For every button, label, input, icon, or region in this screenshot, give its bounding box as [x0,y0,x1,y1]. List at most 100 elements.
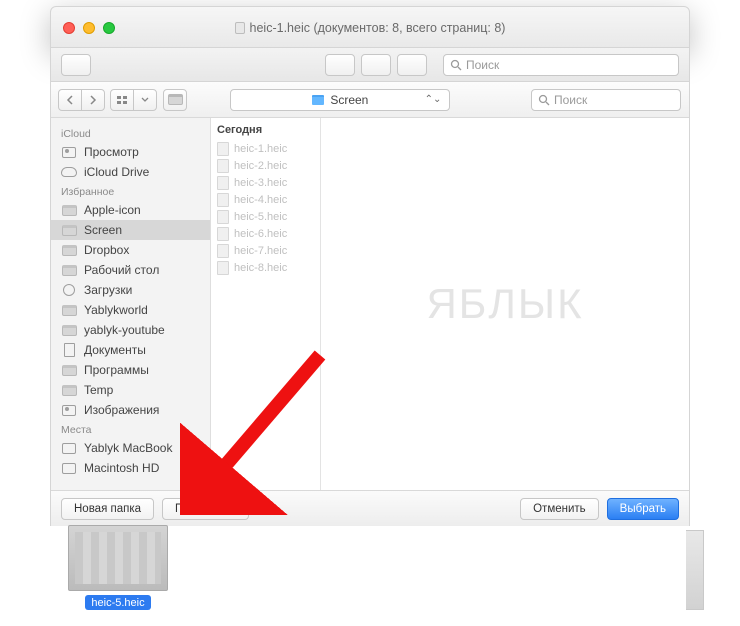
sidebar-item-label: Просмотр [84,145,139,159]
folder-icon [312,95,324,105]
file-name: heic-4.heic [234,194,287,206]
sidebar-item-label: Yablykworld [84,303,148,317]
toolbar-rotate-button[interactable] [361,54,391,76]
background-thumbnail[interactable]: heic-5.heic [68,525,168,610]
sidebar-item-apple-icon[interactable]: Apple-icon [51,200,210,220]
documents-icon [64,343,75,357]
folder-icon [62,385,77,396]
heic-file-icon [217,227,229,241]
thumbnail-image [68,525,168,591]
downloads-icon [63,284,75,296]
sidebar-item-label: Dropbox [84,243,129,257]
folder-icon [62,225,77,236]
sidebar-item-dropbox[interactable]: Dropbox [51,240,210,260]
sidebar-item-downloads[interactable]: Загрузки [51,280,210,300]
sidebar-item-desktop[interactable]: Рабочий стол [51,260,210,280]
close-icon[interactable] [63,22,75,34]
file-list-column: Сегодня heic-1.heic heic-2.heic heic-3.h… [211,118,321,490]
computer-icon [62,443,76,454]
heic-file-icon [217,261,229,275]
picker-search-placeholder: Поиск [554,93,587,107]
chevron-updown-icon: ⌃⌄ [425,94,442,105]
toolbar-share-button[interactable] [397,54,427,76]
group-button[interactable] [163,89,187,111]
document-proxy-icon [235,22,245,34]
sidebar-item-label: Документы [84,343,146,357]
sidebar-item-label: Загрузки [84,283,132,297]
sidebar-item-label: iCloud Drive [84,165,149,179]
nav-forward-button[interactable] [81,89,105,111]
sidebar-item-label: Yablyk MacBook [84,441,172,455]
search-placeholder: Поиск [466,58,499,72]
file-name: heic-7.heic [234,245,287,257]
sidebar-section-favorites: Избранное [51,182,210,200]
view-icons-button[interactable] [110,89,134,111]
window-search[interactable]: Поиск [443,54,679,76]
view-switcher[interactable] [111,89,157,111]
sidebar-item-preview[interactable]: Просмотр [51,142,210,162]
location-label: Screen [330,93,368,107]
location-popup[interactable]: Screen ⌃⌄ [230,89,450,111]
minimize-icon[interactable] [83,22,95,34]
sidebar-item-documents[interactable]: Документы [51,340,210,360]
disk-icon [62,463,76,474]
cloud-icon [61,167,77,177]
sidebar-item-screen[interactable]: Screen [51,220,210,240]
list-item[interactable]: heic-2.heic [217,157,314,174]
sidebar-item-pictures[interactable]: Изображения [51,400,210,420]
sidebar-item-temp[interactable]: Temp [51,380,210,400]
search-icon [538,94,550,106]
sidebar-item-label: yablyk-youtube [84,323,165,337]
choose-button[interactable]: Выбрать [607,498,679,520]
preview-app-icon [62,147,76,158]
picker-search[interactable]: Поиск [531,89,681,111]
heic-file-icon [217,210,229,224]
list-item[interactable]: heic-7.heic [217,242,314,259]
traffic-lights [63,22,115,34]
sidebar-item-icloud-drive[interactable]: iCloud Drive [51,162,210,182]
toolbar-markup-button[interactable] [325,54,355,76]
zoom-icon[interactable] [103,22,115,34]
list-item[interactable]: heic-6.heic [217,225,314,242]
toolbar-sidebar-button[interactable] [61,54,91,76]
folder-icon [62,305,77,316]
pictures-icon [62,405,76,416]
picker-bottom-bar: Новая папка Параметры Отменить Выбрать [51,490,689,526]
sidebar-item-label: Macintosh HD [84,461,159,475]
file-name: heic-6.heic [234,228,287,240]
search-icon [450,59,462,71]
list-item[interactable]: heic-5.heic [217,208,314,225]
list-item[interactable]: heic-1.heic [217,140,314,157]
sidebar-item-yablykworld[interactable]: Yablykworld [51,300,210,320]
window-title-text: heic-1.heic (документов: 8, всего страни… [250,21,506,35]
heic-file-icon [217,244,229,258]
sidebar-item-macintosh-hd[interactable]: Macintosh HD [51,458,210,478]
window-titlebar: heic-1.heic (документов: 8, всего страни… [50,6,690,48]
heic-file-icon [217,142,229,156]
file-name: heic-2.heic [234,160,287,172]
sidebar-section-places: Места [51,420,210,438]
options-button[interactable]: Параметры [162,498,249,520]
background-window-edge [686,530,704,610]
sidebar-item-label: Apple-icon [84,203,141,217]
cancel-button[interactable]: Отменить [520,498,599,520]
nav-back-button[interactable] [58,89,82,111]
sidebar-item-yablyk-youtube[interactable]: yablyk-youtube [51,320,210,340]
list-item[interactable]: heic-8.heic [217,259,314,276]
folder-icon [62,325,77,336]
new-folder-button[interactable]: Новая папка [61,498,154,520]
sidebar-section-icloud: iCloud [51,124,210,142]
folder-icon [62,265,77,276]
folder-icon [62,245,77,256]
thumbnail-label: heic-5.heic [85,595,150,610]
window-title: heic-1.heic (документов: 8, всего страни… [51,7,689,49]
list-item[interactable]: heic-3.heic [217,174,314,191]
sidebar-item-macbook[interactable]: Yablyk MacBook [51,438,210,458]
list-header: Сегодня [217,122,314,140]
view-dropdown-button[interactable] [133,89,157,111]
sidebar-item-label: Рабочий стол [84,263,159,277]
sidebar-item-label: Screen [84,223,122,237]
sidebar-item-label: Программы [84,363,149,377]
sidebar-item-applications[interactable]: Программы [51,360,210,380]
list-item[interactable]: heic-4.heic [217,191,314,208]
